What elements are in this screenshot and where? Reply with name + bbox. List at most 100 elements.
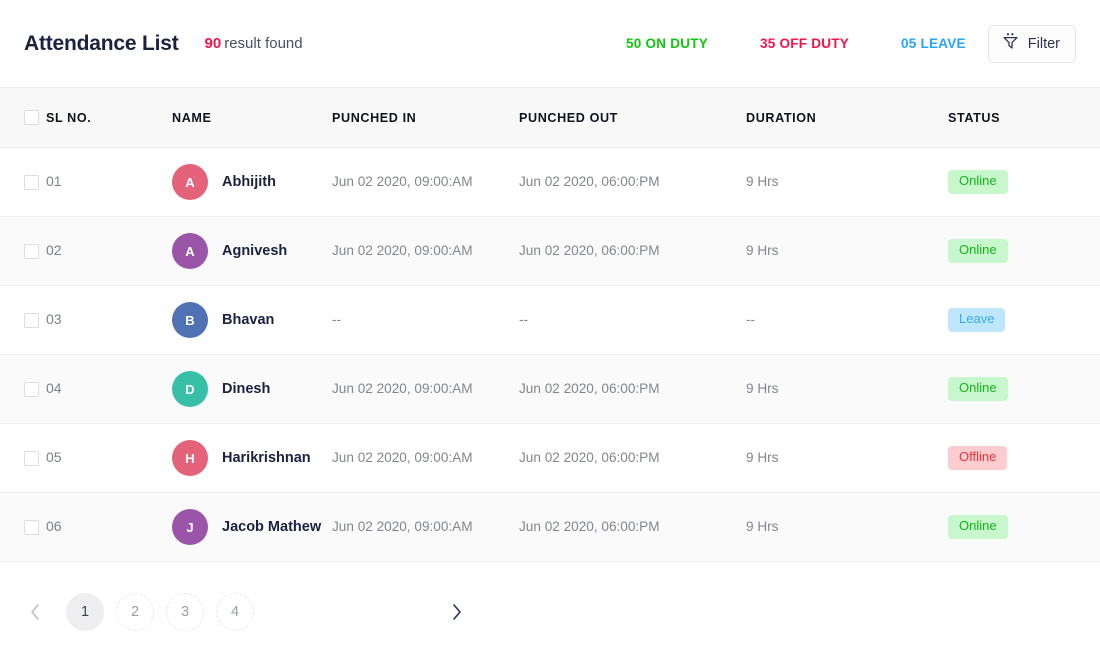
stat-off-duty[interactable]: 35 OFF DUTY <box>760 36 849 51</box>
row-select-cell <box>0 243 46 259</box>
avatar-initial: A <box>185 243 195 259</box>
sl-no-value: 05 <box>46 449 62 465</box>
avatar-initial: D <box>185 381 195 397</box>
punched-in-value: Jun 02 2020, 09:00:AM <box>332 450 473 465</box>
column-header-sl-no[interactable]: SL NO. <box>46 111 172 125</box>
pagination-page-3[interactable]: 3 <box>166 593 204 631</box>
duration-value: 9 Hrs <box>746 243 779 258</box>
row-checkbox[interactable] <box>24 312 39 328</box>
cell-duration: 9 Hrs <box>746 380 948 398</box>
sl-no-value: 01 <box>46 173 62 189</box>
row-select-cell <box>0 381 46 397</box>
pagination-prev-button[interactable] <box>18 595 52 629</box>
employee-name: Abhijith <box>222 174 276 190</box>
status-badge: Online <box>948 170 1008 194</box>
column-header-punched-out[interactable]: PUNCHED OUT <box>519 111 746 125</box>
cell-name: D Dinesh <box>172 371 332 407</box>
status-badge: Online <box>948 515 1008 539</box>
cell-punched-out: Jun 02 2020, 06:00:PM <box>519 380 746 398</box>
status-badge: Offline <box>948 446 1008 470</box>
sl-no-value: 04 <box>46 380 62 396</box>
row-select-cell <box>0 450 46 466</box>
stat-leave[interactable]: 05 LEAVE <box>901 36 966 51</box>
row-checkbox[interactable] <box>24 450 39 466</box>
table-row[interactable]: 04 D Dinesh Jun 02 2020, 09:00:AM Jun 02 202… <box>0 355 1100 424</box>
row-checkbox[interactable] <box>24 519 39 535</box>
column-header-punched-in[interactable]: PUNCHED IN <box>332 111 519 125</box>
row-checkbox[interactable] <box>24 243 39 259</box>
pagination-page-2[interactable]: 2 <box>116 593 154 631</box>
row-checkbox[interactable] <box>24 174 39 190</box>
avatar-initial: A <box>185 174 195 190</box>
table-row[interactable]: 06 J Jacob Mathew Jun 02 2020, 09:00:AM Jun … <box>0 493 1100 562</box>
cell-status: Offline <box>948 446 1100 470</box>
filter-funnel-icon <box>1002 32 1019 55</box>
filter-button-label: Filter <box>1027 35 1060 52</box>
punched-out-value: Jun 02 2020, 06:00:PM <box>519 450 660 465</box>
cell-punched-out: Jun 02 2020, 06:00:PM <box>519 242 746 260</box>
punched-in-value: Jun 02 2020, 09:00:AM <box>332 519 473 534</box>
table-row[interactable]: 05 H Harikrishnan Jun 02 2020, 09:00:AM Jun … <box>0 424 1100 493</box>
pagination-pages: 1234 <box>52 593 254 631</box>
stat-on-duty[interactable]: 50 ON DUTY <box>626 36 708 51</box>
column-header-name[interactable]: NAME <box>172 111 332 125</box>
sl-no-value: 06 <box>46 518 62 534</box>
employee-name: Harikrishnan <box>222 450 311 466</box>
avatar-initial: B <box>185 312 195 328</box>
avatar: A <box>172 164 208 200</box>
avatar: B <box>172 302 208 338</box>
cell-punched-in: Jun 02 2020, 09:00:AM <box>332 173 519 191</box>
employee-name: Jacob Mathew <box>222 519 322 535</box>
sl-no-value: 03 <box>46 311 62 327</box>
pagination-next-button[interactable] <box>440 595 474 629</box>
row-checkbox[interactable] <box>24 381 39 397</box>
cell-duration: 9 Hrs <box>746 173 948 191</box>
avatar-initial: J <box>186 519 194 535</box>
cell-status: Online <box>948 377 1100 401</box>
cell-sl-no: 04 <box>46 380 172 398</box>
status-badge: Online <box>948 377 1008 401</box>
cell-punched-out: Jun 02 2020, 06:00:PM <box>519 173 746 191</box>
table-body: 01 A Abhijith Jun 02 2020, 09:00:AM Jun 02 2… <box>0 148 1100 562</box>
result-count-label: 90 result found <box>205 35 303 52</box>
avatar: A <box>172 233 208 269</box>
column-header-status[interactable]: STATUS <box>948 111 1100 125</box>
row-select-cell <box>0 519 46 535</box>
cell-punched-in: Jun 02 2020, 09:00:AM <box>332 242 519 260</box>
table-header-row: SL NO. NAME PUNCHED IN PUNCHED OUT DURAT… <box>0 88 1100 148</box>
employee-name: Agnivesh <box>222 243 288 259</box>
punched-in-value: Jun 02 2020, 09:00:AM <box>332 174 473 189</box>
status-badge: Online <box>948 239 1008 263</box>
pagination-page-4[interactable]: 4 <box>216 593 254 631</box>
cell-punched-out: Jun 02 2020, 06:00:PM <box>519 518 746 536</box>
punched-in-value: Jun 02 2020, 09:00:AM <box>332 381 473 396</box>
duration-value: 9 Hrs <box>746 174 779 189</box>
cell-name: J Jacob Mathew <box>172 509 332 545</box>
cell-duration: -- <box>746 311 948 329</box>
cell-punched-in: Jun 02 2020, 09:00:AM <box>332 449 519 467</box>
duration-value: -- <box>746 312 756 327</box>
avatar-initial: H <box>185 450 195 466</box>
filter-button[interactable]: Filter <box>987 24 1076 63</box>
employee-name: Bhavan <box>222 312 275 328</box>
result-count-number: 90 <box>204 35 222 52</box>
avatar: J <box>172 509 208 545</box>
pagination: 1234 <box>0 562 1100 662</box>
page-header: Attendance List 90 result found 50 ON DUT… <box>0 0 1100 88</box>
table-row[interactable]: 03 B Bhavan -- -- -- Leave <box>0 286 1100 355</box>
punched-out-value: Jun 02 2020, 06:00:PM <box>519 243 660 258</box>
cell-punched-out: -- <box>519 311 746 329</box>
duration-value: 9 Hrs <box>746 450 779 465</box>
table-row[interactable]: 01 A Abhijith Jun 02 2020, 09:00:AM Jun 02 2… <box>0 148 1100 217</box>
punched-out-value: Jun 02 2020, 06:00:PM <box>519 381 660 396</box>
avatar: D <box>172 371 208 407</box>
cell-sl-no: 02 <box>46 242 172 260</box>
employee-name: Dinesh <box>222 381 271 397</box>
pagination-page-1[interactable]: 1 <box>66 593 104 631</box>
row-select-cell <box>0 174 46 190</box>
cell-name: A Agnivesh <box>172 233 332 269</box>
select-all-checkbox[interactable] <box>24 110 39 125</box>
column-header-duration[interactable]: DURATION <box>746 111 948 125</box>
table-row[interactable]: 02 A Agnivesh Jun 02 2020, 09:00:AM Jun 02 2… <box>0 217 1100 286</box>
cell-punched-in: -- <box>332 311 519 329</box>
